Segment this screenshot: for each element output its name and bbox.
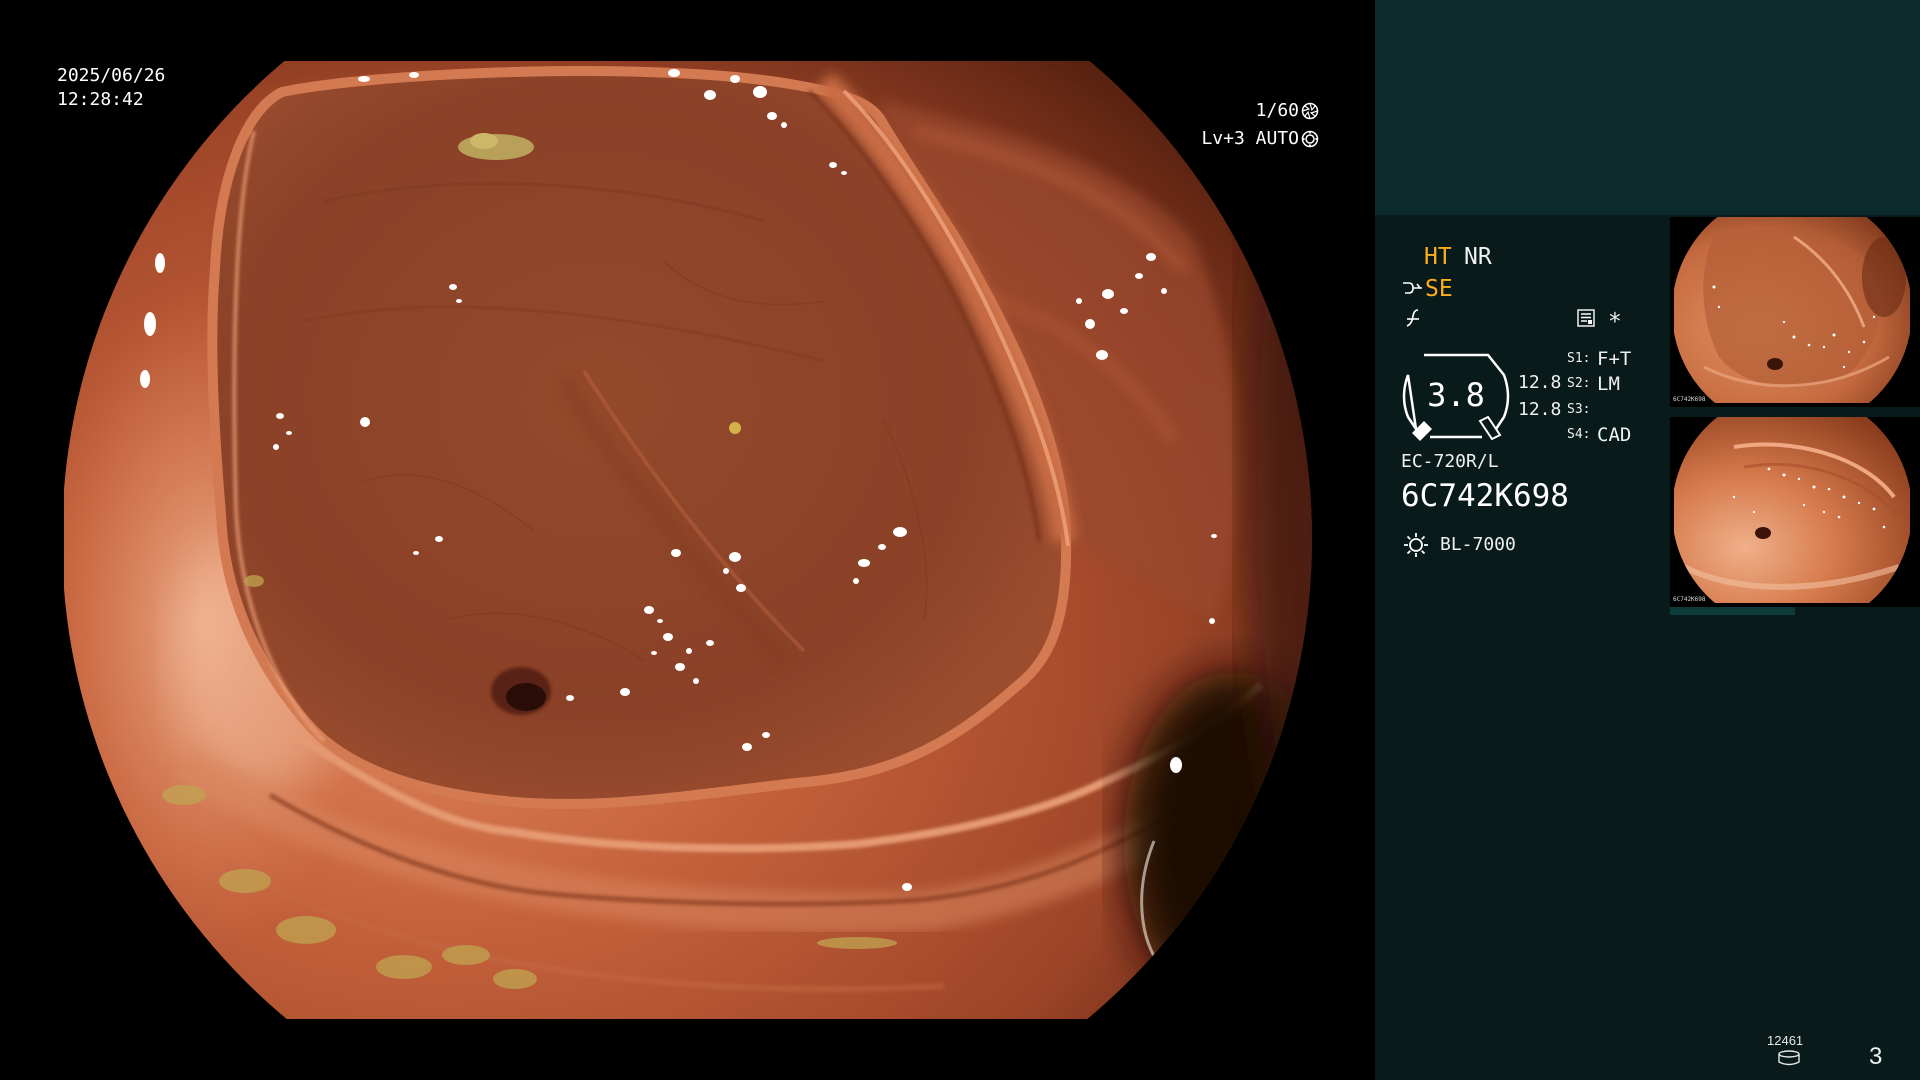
marker-symbol: *	[1608, 309, 1622, 335]
shutter-speed-indicator: 1/60	[1149, 100, 1319, 122]
captured-image-thumbnail-2[interactable]: 6C742K698	[1670, 417, 1920, 607]
ht-mode-label: HT	[1424, 244, 1452, 270]
thumbnail-indicator-bar	[1670, 607, 1795, 615]
nr-mode-label: NR	[1464, 244, 1492, 270]
enhancement-mode-icon	[1406, 309, 1419, 327]
zoom-side-value-2: 12.8	[1518, 399, 1562, 420]
light-source-icon	[1404, 533, 1428, 557]
zoom-value: 3.8	[1427, 376, 1485, 414]
light-source-model: BL-7000	[1440, 534, 1516, 555]
endoscope-live-view	[64, 61, 1312, 1019]
switch-assignment-s2: S2: LM	[1567, 372, 1620, 396]
switch-assignment-s1: S1: F+T	[1567, 347, 1631, 371]
scope-serial-number: 6C742K698	[1401, 478, 1569, 514]
endoscope-image	[64, 61, 1312, 1019]
switch-assignment-s3: S3:	[1567, 398, 1593, 422]
structure-enhancement-icon	[1403, 282, 1422, 294]
captured-image-thumbnail-1[interactable]: 6C742K698	[1670, 217, 1920, 407]
switch-key: S3:	[1567, 402, 1591, 417]
storage-image-count: 12461	[1767, 1033, 1804, 1048]
document-icon	[1577, 309, 1595, 327]
switch-key: S2:	[1567, 376, 1591, 391]
thumbnail-serial: 6C742K698	[1673, 596, 1706, 603]
switch-key: S4:	[1567, 427, 1591, 442]
storage-index: 3	[1869, 1043, 1883, 1070]
osd-time: 12:28:42	[57, 89, 144, 110]
switch-function: LM	[1597, 373, 1620, 395]
thumbnail-image	[1674, 417, 1910, 603]
switch-assignment-s4: S4: CAD	[1567, 423, 1631, 447]
brightness-level-indicator: Lv+3 AUTO	[1149, 128, 1319, 150]
status-panel-header-area	[1375, 0, 1920, 215]
brightness-level-value: Lv+3 AUTO	[1201, 128, 1299, 149]
status-panel: HT NR SE * 3.8 12.8 12.8 S1: F+T S2: LM …	[1375, 0, 1920, 1080]
se-mode-label: SE	[1425, 276, 1453, 302]
thumbnail-image	[1674, 217, 1910, 403]
switch-function: CAD	[1597, 424, 1632, 446]
storage-icon	[1778, 1050, 1800, 1066]
switch-function: F+T	[1597, 348, 1632, 370]
shutter-icon	[1301, 102, 1319, 120]
osd-date: 2025/06/26	[57, 65, 166, 86]
switch-key: S1:	[1567, 351, 1591, 366]
scope-model: EC-720R/L	[1401, 451, 1499, 472]
iris-icon	[1301, 130, 1319, 148]
zoom-gauge: 3.8	[1400, 351, 1512, 443]
zoom-side-value-1: 12.8	[1518, 372, 1562, 393]
thumbnail-serial: 6C742K698	[1673, 396, 1706, 403]
shutter-speed-value: 1/60	[1255, 100, 1299, 121]
